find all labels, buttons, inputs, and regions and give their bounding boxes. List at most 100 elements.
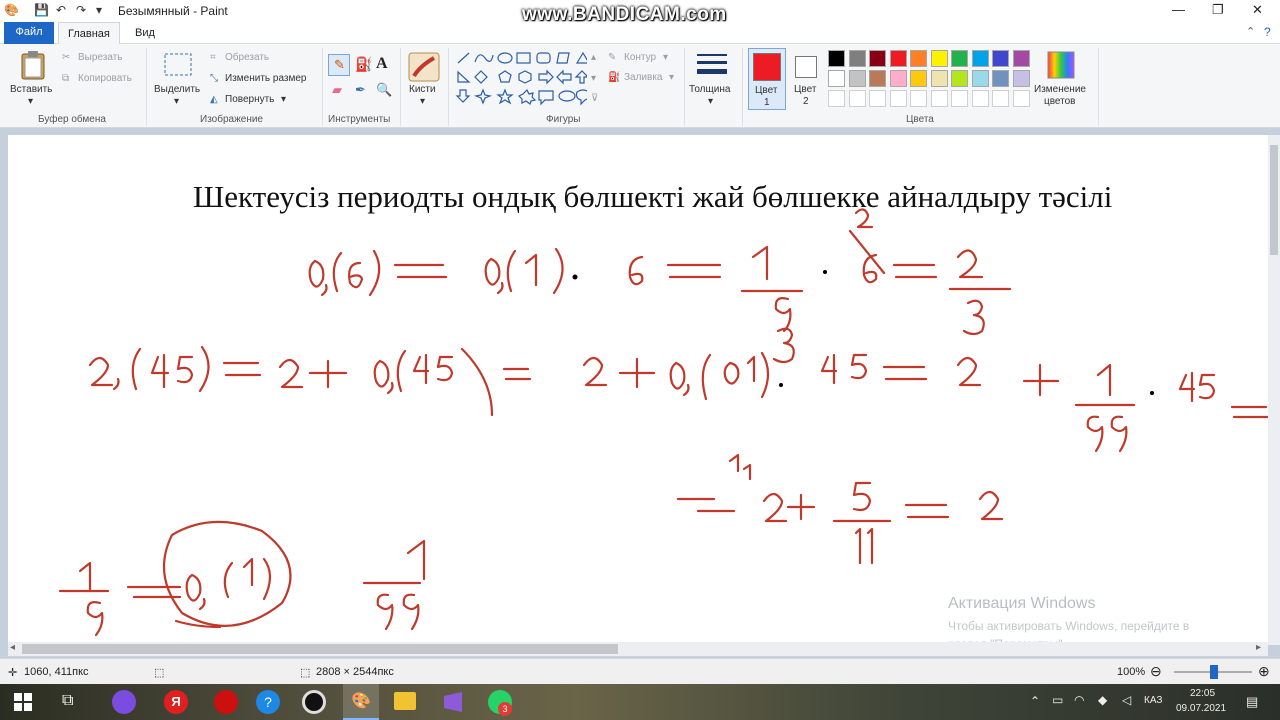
palette-swatch[interactable] (869, 70, 886, 87)
edit-colors-button[interactable]: Изменение (1034, 84, 1086, 95)
undo-icon[interactable]: ↶ (56, 3, 66, 17)
cut-button[interactable]: Вырезать (78, 52, 122, 63)
shapes-gallery[interactable] (455, 50, 587, 108)
task-view-icon[interactable]: ⧉ (62, 692, 73, 710)
palette-swatch[interactable] (848, 90, 866, 107)
brush-icon[interactable] (408, 52, 440, 82)
edit-colors-icon[interactable] (1046, 50, 1076, 80)
palette-swatch[interactable] (971, 90, 989, 107)
network-icon[interactable]: ◠ (1074, 693, 1084, 707)
select-icon[interactable] (163, 52, 193, 78)
magnifier-icon[interactable]: 🔍 (376, 82, 392, 98)
file-explorer-icon[interactable] (394, 692, 416, 710)
palette-swatch[interactable] (848, 50, 866, 67)
crop-button[interactable]: Обрезать (225, 52, 269, 63)
battery-icon[interactable]: ▭ (1052, 693, 1063, 707)
brushes-button[interactable]: Кисти (409, 84, 436, 95)
scroll-left-icon[interactable]: ◂ (10, 642, 15, 653)
palette-swatch[interactable] (1012, 90, 1030, 107)
palette-swatch[interactable] (910, 50, 927, 67)
size-dropdown-icon[interactable]: ▾ (708, 96, 713, 107)
palette-swatch[interactable] (971, 50, 989, 67)
palette-swatch[interactable] (951, 50, 968, 67)
vertical-scroll-thumb[interactable] (1270, 145, 1278, 255)
volume-icon[interactable]: ◁ (1122, 693, 1131, 707)
paste-icon[interactable] (20, 50, 46, 80)
input-language[interactable]: КАЗ (1144, 695, 1162, 706)
palette-swatch[interactable] (992, 50, 1009, 67)
clock-date[interactable]: 09.07.2021 (1176, 703, 1226, 714)
palette-swatch[interactable] (930, 90, 948, 107)
shapes-more-icon[interactable]: ⊽ (591, 93, 598, 104)
shapes-scroll-down-icon[interactable]: ▾ (591, 73, 596, 84)
palette-swatch[interactable] (828, 70, 845, 87)
close-button[interactable]: ✕ (1252, 2, 1263, 18)
tab-file[interactable]: Файл (4, 22, 54, 44)
rotate-button[interactable]: Повернуть (225, 94, 274, 105)
zoom-slider[interactable] (1174, 665, 1252, 679)
palette-swatch[interactable] (1012, 70, 1030, 87)
palette-swatch[interactable] (930, 70, 948, 87)
paint-app-icon[interactable]: 🎨 (4, 3, 19, 17)
visual-studio-icon[interactable] (442, 692, 464, 712)
text-tool-icon[interactable]: A (376, 55, 388, 73)
palette-swatch[interactable] (869, 50, 886, 67)
palette-swatch[interactable] (992, 70, 1009, 87)
select-dropdown-icon[interactable]: ▾ (174, 96, 179, 107)
shapes-scroll-up-icon[interactable]: ▴ (591, 52, 596, 63)
notifications-icon[interactable]: ▤ (1246, 694, 1258, 710)
palette-swatch[interactable] (951, 70, 968, 87)
palette-swatch[interactable] (848, 70, 866, 87)
pencil-tool[interactable]: ✎ (328, 54, 350, 76)
customize-toolbar-icon[interactable]: ▾ (96, 3, 102, 17)
select-button[interactable]: Выделить (154, 84, 200, 95)
bandicam-record-icon[interactable] (302, 690, 326, 714)
palette-swatch[interactable] (1012, 50, 1030, 67)
copy-button[interactable]: Копировать (78, 73, 132, 84)
zoom-in-button[interactable]: ⊕ (1258, 663, 1270, 680)
palette-swatch[interactable] (930, 50, 948, 67)
tray-expand-icon[interactable]: ⌃ (1030, 694, 1040, 708)
paste-button[interactable]: Вставить (10, 84, 52, 95)
redo-icon[interactable]: ↷ (76, 3, 86, 17)
clock-time[interactable]: 22:05 (1190, 688, 1215, 699)
drawing-canvas[interactable]: Шектеусіз периодты ондық бөлшекті жай бө… (8, 135, 1268, 645)
security-icon[interactable]: ◆ (1098, 693, 1107, 707)
palette-swatch[interactable] (889, 50, 907, 67)
yandex-browser-icon[interactable]: Я (164, 690, 188, 714)
rotate-dropdown-icon[interactable]: ▾ (281, 94, 286, 105)
paste-dropdown-icon[interactable]: ▾ (28, 96, 33, 107)
palette-swatch[interactable] (828, 50, 845, 67)
alice-assistant-icon[interactable] (112, 690, 136, 714)
help-icon[interactable]: ? (1264, 25, 1271, 39)
palette-swatch[interactable] (910, 70, 927, 87)
tab-view[interactable]: Вид (126, 22, 164, 44)
palette-swatch[interactable] (889, 90, 907, 107)
minimize-button[interactable]: — (1172, 2, 1185, 17)
palette-swatch[interactable] (889, 70, 907, 87)
size-icon[interactable] (697, 52, 727, 78)
palette-swatch[interactable] (992, 90, 1009, 107)
scroll-right-icon[interactable]: ▸ (1256, 642, 1261, 653)
maximize-button[interactable]: ❐ (1212, 2, 1224, 18)
help-app-icon[interactable]: ? (256, 690, 280, 714)
palette-swatch[interactable] (951, 90, 968, 107)
opera-icon[interactable] (214, 690, 238, 714)
horizontal-scrollbar[interactable]: ◂ ▸ (8, 642, 1268, 656)
windows-start-icon[interactable] (14, 693, 32, 711)
color-picker-icon[interactable]: ✒ (355, 82, 366, 98)
vertical-scrollbar[interactable] (1268, 135, 1280, 645)
collapse-ribbon-icon[interactable]: ⌃ (1246, 25, 1255, 38)
save-icon[interactable]: 💾 (34, 3, 49, 17)
palette-swatch[interactable] (910, 90, 927, 107)
zoom-slider-thumb[interactable] (1210, 665, 1218, 679)
paint-taskbar-button[interactable]: 🎨 (343, 684, 379, 720)
color2-button[interactable]: Цвет 2 (790, 48, 824, 110)
size-button[interactable]: Толщина (689, 84, 730, 95)
tab-home[interactable]: Главная (58, 22, 120, 44)
brushes-dropdown-icon[interactable]: ▾ (420, 96, 425, 107)
palette-swatch[interactable] (869, 90, 886, 107)
horizontal-scroll-thumb[interactable] (22, 644, 618, 654)
outline-button[interactable]: Контур (624, 52, 656, 63)
fill-shape-button[interactable]: Заливка (624, 72, 663, 83)
